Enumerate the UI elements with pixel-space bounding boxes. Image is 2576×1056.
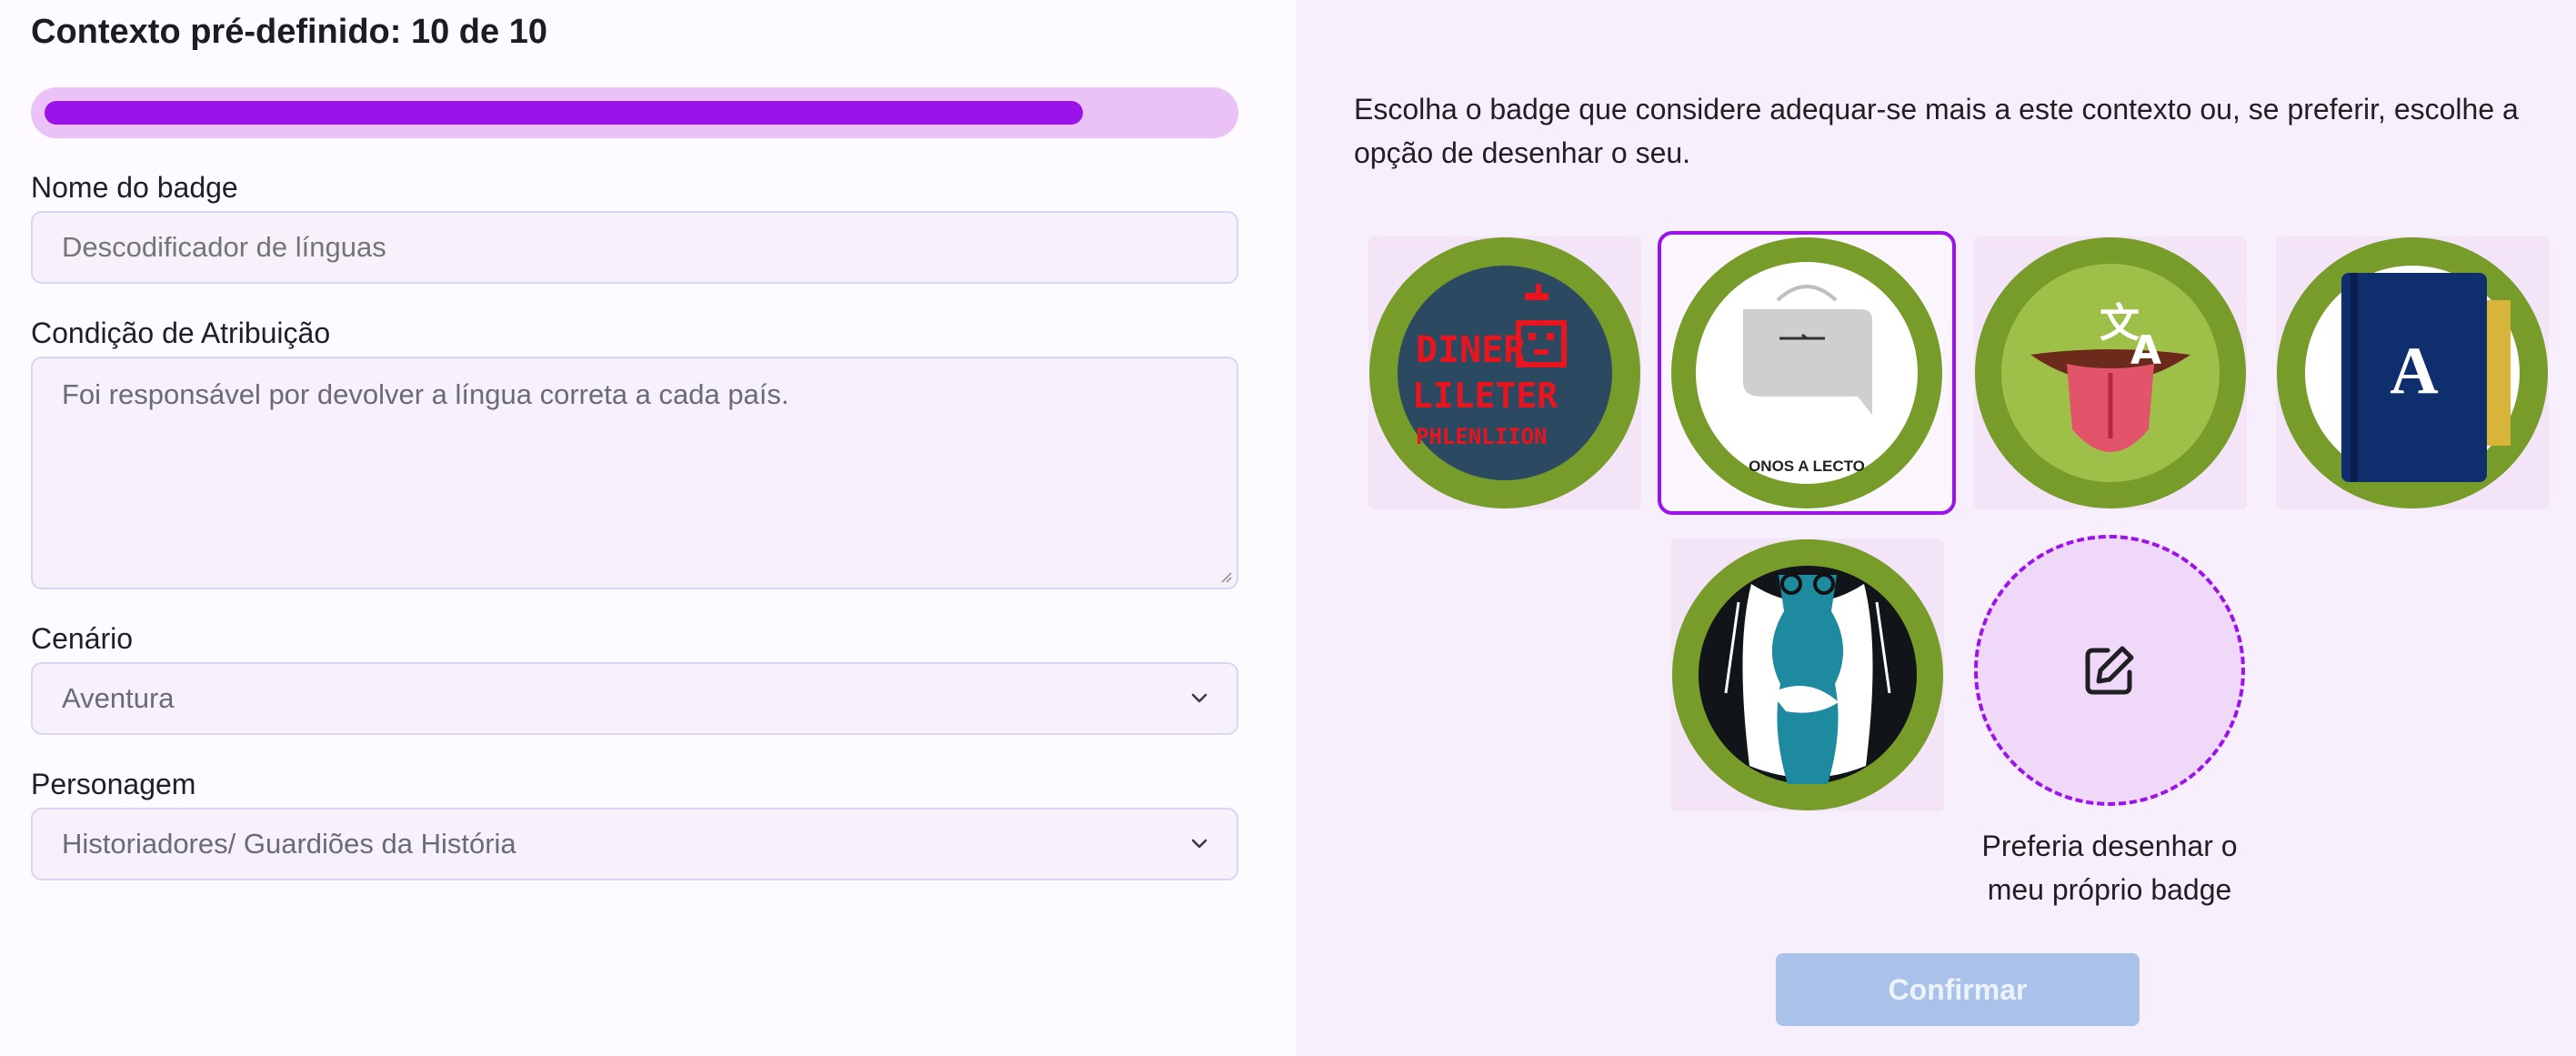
draw-own-badge-label: Preferia desenhar o meu próprio badge: [1928, 824, 2291, 911]
condition-placeholder: Foi responsável por devolver a língua co…: [62, 378, 789, 410]
badge-option-4[interactable]: A: [2276, 236, 2549, 509]
badge-1-text-2: LILETER: [1412, 376, 1558, 416]
scenario-value: Aventura: [62, 682, 175, 714]
badge-name-label: Nome do badge: [31, 171, 238, 204]
badge-1-text-1: DINER: [1416, 329, 1526, 371]
progress-bar: [31, 87, 1238, 138]
scenario-select[interactable]: Aventura: [31, 662, 1238, 735]
character-value: Historiadores/ Guardiões da História: [62, 828, 516, 860]
badge-option-3[interactable]: 文 A: [1974, 236, 2247, 509]
character-label: Personagem: [31, 768, 196, 800]
draw-label-line-2: meu próprio badge: [1987, 873, 2232, 906]
svg-text:A: A: [2130, 327, 2161, 374]
draw-label-line-1: Preferia desenhar o: [1981, 830, 2238, 862]
edit-pencil-icon: [2085, 646, 2134, 695]
badge-instructions: Escolha o badge que considere adequar-se…: [1354, 93, 2519, 169]
page-title: Contexto pré-definido: 10 de 10: [31, 13, 547, 51]
translate-tongue-badge-icon: 文 A: [1975, 237, 2246, 508]
badge-name-input[interactable]: [31, 211, 1238, 284]
badge-option-1[interactable]: DINER LILETER PHLENLIION: [1368, 236, 1641, 509]
progress-bar-fill: [45, 101, 1083, 125]
confirm-button[interactable]: Confirmar: [1776, 953, 2140, 1026]
scenario-label: Cenário: [31, 622, 134, 655]
speech-bag-badge-icon: ONOS A LECTO: [1671, 237, 1942, 508]
badge-4-letter: A: [2390, 334, 2438, 408]
badge-option-5[interactable]: [1671, 538, 1944, 811]
pixel-robot-text-badge-icon: DINER LILETER PHLENLIION: [1369, 237, 1640, 508]
scholar-figure-badge-icon: [1672, 539, 1943, 810]
blue-book-badge-icon: A: [2277, 237, 2548, 508]
badge-option-2[interactable]: ONOS A LECTO: [1658, 231, 1956, 515]
chevron-down-icon: [1191, 693, 1208, 703]
badge-1-text-3: PHLENLIION: [1416, 424, 1548, 449]
condition-label: Condição de Atribuição: [31, 317, 331, 349]
resize-grip-icon[interactable]: [1218, 569, 1233, 584]
character-select[interactable]: Historiadores/ Guardiões da História: [31, 808, 1238, 880]
condition-textarea[interactable]: Foi responsável por devolver a língua co…: [31, 357, 1238, 589]
draw-own-badge-button[interactable]: [1974, 535, 2245, 806]
chevron-down-icon: [1191, 839, 1208, 849]
badge-2-caption: ONOS A LECTO: [1749, 458, 1865, 475]
